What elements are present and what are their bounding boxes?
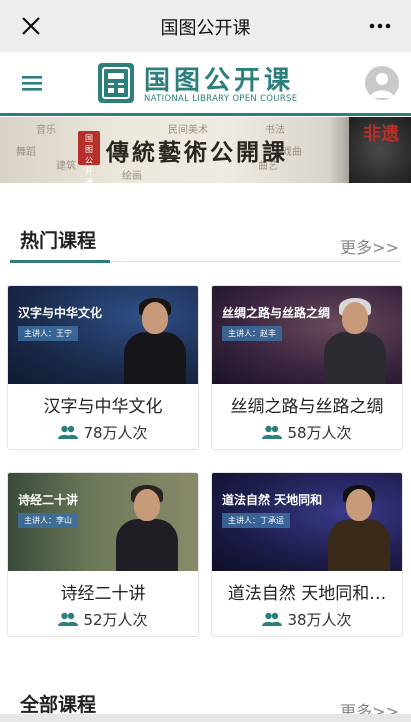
- thumbnail-title: 汉字与中华文化: [18, 306, 103, 320]
- course-card[interactable]: 丝绸之路与丝路之绸 主讲人：赵丰 丝绸之路与丝路之绸 58万人次: [211, 285, 403, 450]
- course-views-count: 58万人次: [287, 424, 352, 442]
- course-thumbnail: 诗经二十讲 主讲人：李山: [8, 473, 198, 571]
- lecturer-figure: [112, 485, 182, 571]
- hamburger-menu-icon[interactable]: [22, 74, 42, 92]
- lecturer-figure: [320, 298, 390, 384]
- banner-seal-stamp: 国图公开课: [78, 131, 100, 183]
- lecturer-figure: [120, 298, 190, 384]
- course-views-count: 78万人次: [83, 424, 148, 442]
- course-thumbnail: 汉字与中华文化 主讲人：王宁: [8, 286, 198, 384]
- banner-corner-text: 非遗: [363, 124, 399, 145]
- all-courses-title: 全部课程: [20, 694, 97, 716]
- course-views: 38万人次: [212, 609, 402, 630]
- banner-deco-text: 建筑: [56, 161, 76, 172]
- hot-courses-title: 热门课程: [20, 230, 97, 252]
- course-views-count: 38万人次: [287, 611, 352, 629]
- top-bar: 国图公开课: [0, 0, 411, 52]
- logo-name: 国图公开课: [144, 66, 295, 96]
- library-seal-icon: [98, 63, 134, 103]
- course-name: 诗经二十讲: [60, 584, 146, 604]
- thumbnail-title: 道法自然 天地同和: [222, 493, 323, 507]
- course-name: 汉字与中华文化: [43, 397, 163, 417]
- thumbnail-lecturer: 主讲人：赵丰: [222, 326, 282, 341]
- course-views-count: 52万人次: [83, 611, 148, 629]
- course-card[interactable]: 道法自然 天地同和 主讲人：丁承运 道法自然 天地同和… 38万人次: [211, 472, 403, 637]
- thumbnail-lecturer: 主讲人：丁承运: [222, 513, 290, 528]
- course-card[interactable]: 汉字与中华文化 主讲人：王宁 汉字与中华文化 78万人次: [7, 285, 199, 450]
- more-dots-icon[interactable]: [367, 14, 393, 38]
- thumbnail-title: 诗经二十讲: [18, 493, 79, 507]
- bottom-edge: [0, 714, 411, 722]
- logo-english-name: NATIONAL LIBRARY OPEN COURSE: [144, 94, 298, 104]
- page-title: 国图公开课: [160, 18, 251, 39]
- course-name: 丝绸之路与丝路之绸: [230, 397, 384, 417]
- banner-title: 傳統藝術公開課: [106, 139, 288, 166]
- people-icon: [262, 425, 283, 439]
- thumbnail-lecturer: 主讲人：李山: [18, 513, 78, 528]
- course-views: 78万人次: [8, 422, 198, 443]
- course-card[interactable]: 诗经二十讲 主讲人：李山 诗经二十讲 52万人次: [7, 472, 199, 637]
- people-icon: [262, 612, 283, 626]
- course-thumbnail: 丝绸之路与丝路之绸 主讲人：赵丰: [212, 286, 402, 384]
- banner-deco-text: 舞蹈: [16, 147, 36, 158]
- thumbnail-lecturer: 主讲人：王宁: [18, 326, 78, 341]
- banner-deco-text: 音乐: [36, 125, 56, 136]
- user-avatar[interactable]: [365, 66, 399, 100]
- section-accent-line: [10, 260, 110, 263]
- course-views: 58万人次: [212, 422, 402, 443]
- people-icon: [58, 425, 79, 439]
- site-logo[interactable]: 国图公开课 NATIONAL LIBRARY OPEN COURSE: [97, 60, 297, 110]
- banner-deco-text: 绘画: [122, 171, 142, 182]
- site-header: 国图公开课 NATIONAL LIBRARY OPEN COURSE: [0, 52, 411, 116]
- people-icon: [58, 612, 79, 626]
- traditional-arts-banner[interactable]: 音乐 民间美术 书法 舞蹈 戏曲 建筑 曲艺 绘画 国图公开课 傳統藝術公開課 …: [0, 117, 411, 183]
- user-avatar-icon: [370, 73, 394, 98]
- course-views: 52万人次: [8, 609, 198, 630]
- hot-courses-more-link[interactable]: 更多>>: [340, 234, 399, 258]
- thumbnail-title: 丝绸之路与丝路之绸: [222, 306, 331, 320]
- course-name: 道法自然 天地同和…: [227, 584, 387, 604]
- course-thumbnail: 道法自然 天地同和 主讲人：丁承运: [212, 473, 402, 571]
- lecturer-figure: [324, 485, 394, 571]
